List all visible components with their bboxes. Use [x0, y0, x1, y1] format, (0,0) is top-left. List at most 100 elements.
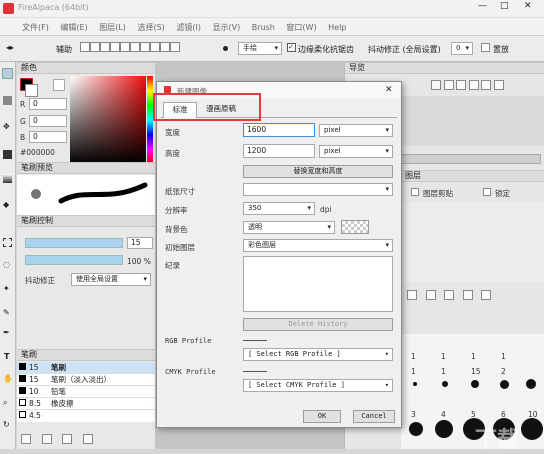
- history-list[interactable]: [243, 256, 393, 312]
- paper-size-select[interactable]: [243, 183, 393, 196]
- select-tool-icon[interactable]: [3, 238, 12, 247]
- zoom-tool-icon[interactable]: ⌕: [3, 398, 7, 408]
- red-input[interactable]: 0: [29, 98, 67, 110]
- snap-icons[interactable]: [80, 42, 180, 54]
- height-unit-select[interactable]: pixel: [319, 145, 393, 158]
- dpi-select[interactable]: 350: [243, 202, 315, 215]
- merge-layer-icon[interactable]: [462, 290, 473, 300]
- rotate-tool-icon[interactable]: ↻: [3, 420, 10, 429]
- menu-window[interactable]: 窗口(W): [286, 23, 316, 32]
- color-picker-square[interactable]: [70, 76, 146, 164]
- pen-tool-icon[interactable]: [2, 68, 13, 79]
- brush-control-header: 笔刷控制: [17, 215, 155, 227]
- menu-file[interactable]: 文件(F): [22, 23, 49, 32]
- blue-input[interactable]: 0: [29, 131, 67, 143]
- size-dot[interactable]: [521, 418, 543, 440]
- rotate-left-icon[interactable]: [468, 80, 479, 90]
- rgb-profile-select[interactable]: [ Select RGB Profile ]: [243, 348, 393, 361]
- cancel-button[interactable]: Cancel: [353, 410, 395, 423]
- gradient-tool-icon[interactable]: [3, 174, 12, 183]
- list-item[interactable]: 8.5 橡皮擦: [17, 398, 155, 410]
- delete-layer-icon[interactable]: [481, 290, 492, 300]
- text-tool-icon[interactable]: T: [4, 352, 9, 361]
- new-layer-icon[interactable]: [407, 290, 417, 300]
- zoom-in-icon[interactable]: [431, 80, 441, 90]
- initial-layer-select[interactable]: 彩色图层: [243, 239, 393, 252]
- width-label: 宽度: [165, 128, 180, 137]
- menu-select[interactable]: 选择(S): [137, 23, 164, 32]
- stabilizer-select[interactable]: 0: [451, 42, 473, 55]
- lasso-tool-icon[interactable]: ◌: [3, 260, 10, 269]
- menu-filter[interactable]: 滤镜(I): [176, 23, 201, 32]
- size-input[interactable]: 15: [127, 237, 153, 249]
- list-item[interactable]: 10 铅笔: [17, 386, 155, 398]
- rotate-right-icon[interactable]: [481, 80, 492, 90]
- fill-tool-icon[interactable]: [3, 150, 12, 159]
- wand-tool-icon[interactable]: ✦: [3, 284, 10, 293]
- size-dot[interactable]: [471, 380, 479, 388]
- size-dot[interactable]: [500, 380, 509, 389]
- hand-tool-icon[interactable]: ✋: [3, 374, 13, 383]
- size-dot[interactable]: [413, 382, 417, 386]
- green-input[interactable]: 0: [29, 115, 67, 127]
- list-item[interactable]: 4.5: [17, 410, 155, 422]
- pen2-tool-icon[interactable]: ✒: [3, 328, 10, 337]
- background-select[interactable]: 透明: [243, 221, 335, 234]
- list-item[interactable]: 15 笔刷（淡入淡出）: [17, 374, 155, 386]
- folder-layer-icon[interactable]: [444, 290, 455, 300]
- edge-checkbox[interactable]: ✓: [287, 43, 296, 52]
- folder-brush-icon[interactable]: [62, 434, 73, 444]
- back-icon[interactable]: ◂▸: [6, 43, 14, 52]
- fit-icon[interactable]: [456, 80, 467, 90]
- width-input[interactable]: 1600: [243, 123, 315, 137]
- lock-layer-checkbox[interactable]: [483, 188, 491, 196]
- size-dot[interactable]: [526, 379, 536, 389]
- cmyk-profile-select[interactable]: [ Select CMYK Profile ]: [243, 379, 393, 392]
- paper-size-label: 纸张尺寸: [165, 187, 195, 196]
- flip-icon[interactable]: [493, 80, 504, 90]
- size-dot[interactable]: [442, 381, 448, 387]
- secondary-color-swatch[interactable]: [25, 84, 38, 97]
- delete-brush-icon[interactable]: [82, 434, 93, 444]
- transparent-swatch[interactable]: [53, 79, 65, 91]
- close-icon[interactable]: ✕: [524, 1, 532, 11]
- brush-stabilizer-select[interactable]: 使用全局设置: [71, 273, 151, 286]
- lock-checkbox[interactable]: [481, 43, 490, 52]
- tool-strip: ✥ ◆ ◌ ✦ ✎ ✒ T ✋ ⌕ ↻: [0, 62, 16, 449]
- width-unit-select[interactable]: pixel: [319, 124, 393, 137]
- minimize-icon[interactable]: —: [478, 1, 487, 11]
- menu-help[interactable]: Help: [328, 23, 346, 32]
- aux-label: 辅助: [56, 45, 72, 54]
- mode-select[interactable]: 手绘: [238, 42, 282, 55]
- brush-list-title: 笔刷: [21, 350, 37, 359]
- eraser-tool-icon[interactable]: [3, 96, 12, 105]
- title-bar: FireAlpaca (64bit) — □ ✕: [0, 0, 544, 18]
- clip-checkbox[interactable]: [411, 188, 419, 196]
- menu-view[interactable]: 显示(V): [213, 23, 241, 32]
- size-dot[interactable]: [409, 422, 423, 436]
- height-input[interactable]: 1200: [243, 144, 315, 158]
- brush-dot-icon[interactable]: [223, 46, 228, 51]
- navigator-slider[interactable]: [401, 154, 541, 164]
- background-swatch[interactable]: [341, 220, 369, 234]
- dropper-tool-icon[interactable]: ✎: [3, 308, 10, 317]
- size-slider[interactable]: [25, 238, 123, 248]
- duplicate-brush-icon[interactable]: [41, 434, 52, 444]
- list-item[interactable]: 15 笔刷: [17, 362, 155, 374]
- zoom-out-icon[interactable]: [443, 80, 454, 90]
- menu-layer[interactable]: 图层(L): [99, 23, 126, 32]
- size-dot[interactable]: [435, 420, 453, 438]
- bucket-tool-icon[interactable]: ◆: [3, 200, 9, 209]
- maximize-icon[interactable]: □: [500, 1, 509, 11]
- opacity-slider[interactable]: [25, 255, 123, 265]
- menu-edit[interactable]: 编辑(E): [60, 23, 87, 32]
- menu-brush[interactable]: Brush: [252, 23, 275, 32]
- ok-button[interactable]: OK: [303, 410, 341, 423]
- new-brush-icon[interactable]: [21, 434, 31, 444]
- brush-control-title: 笔刷控制: [21, 216, 53, 225]
- dialog-close-icon[interactable]: ✕: [385, 85, 393, 95]
- move-tool-icon[interactable]: ✥: [3, 122, 10, 131]
- delete-history-button[interactable]: Delete History: [243, 318, 393, 331]
- swap-button[interactable]: 替换宽度和高度: [243, 165, 393, 178]
- copy-layer-icon[interactable]: [425, 290, 436, 300]
